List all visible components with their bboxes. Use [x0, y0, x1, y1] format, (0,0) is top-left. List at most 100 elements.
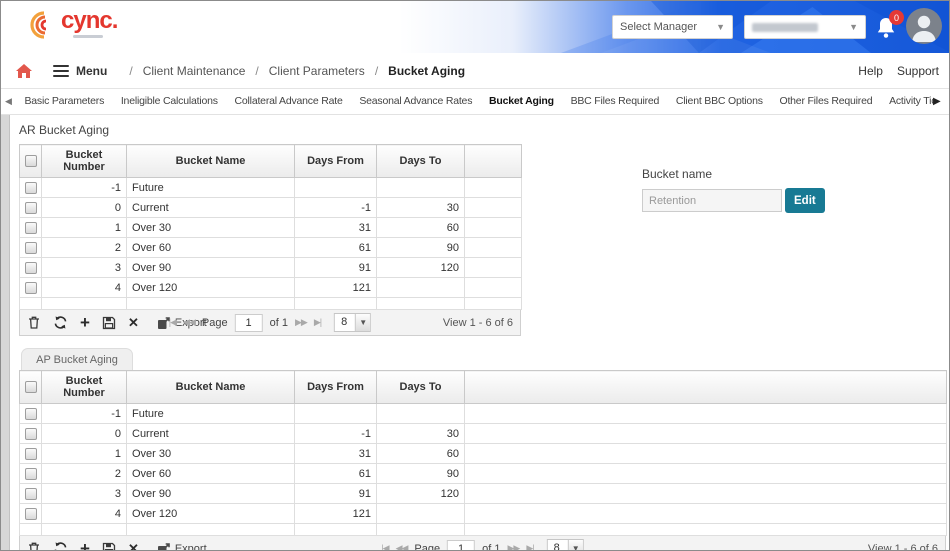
- home-icon[interactable]: [15, 63, 33, 79]
- tab-ineligible-calculations[interactable]: Ineligible Calculations: [121, 89, 218, 114]
- last-page-icon[interactable]: ▶|: [314, 317, 322, 328]
- cell-filler: [464, 217, 522, 238]
- cell-bucket-number: 0: [41, 197, 127, 218]
- col-days-to[interactable]: Days To: [376, 370, 465, 404]
- col-days-from[interactable]: Days From: [294, 144, 377, 178]
- row-checkbox[interactable]: [19, 237, 42, 258]
- table-row[interactable]: 4 Over 120 121: [19, 277, 522, 298]
- notifications-button[interactable]: 0: [875, 10, 905, 46]
- tab-client-bbc-options[interactable]: Client BBC Options: [676, 89, 763, 114]
- first-page-icon[interactable]: |◀: [381, 543, 389, 550]
- table-row[interactable]: 3 Over 90 91 120: [19, 483, 947, 504]
- col-bucket-name[interactable]: Bucket Name: [126, 144, 295, 178]
- table-row[interactable]: 2 Over 60 61 90: [19, 237, 522, 258]
- last-page-icon[interactable]: ▶|: [526, 543, 534, 550]
- select-all-checkbox[interactable]: [19, 144, 42, 178]
- table-row[interactable]: 2 Over 60 61 90: [19, 463, 947, 484]
- select-all-checkbox[interactable]: [19, 370, 42, 404]
- tab-basic-parameters[interactable]: Basic Parameters: [24, 89, 104, 114]
- cell-filler: [464, 423, 947, 444]
- cancel-button[interactable]: ✕: [128, 315, 139, 331]
- row-checkbox[interactable]: [19, 503, 42, 524]
- col-bucket-number[interactable]: Bucket Number: [41, 370, 127, 404]
- save-button[interactable]: [102, 316, 116, 330]
- support-link[interactable]: Support: [897, 64, 939, 78]
- table-row[interactable]: 0 Current -1 30: [19, 197, 522, 218]
- ar-grid-toolbar: + ✕ Export |◀ ◀◀ Page 1 of 1 ▶▶ ▶| 8 ▼ V…: [19, 310, 521, 336]
- table-row[interactable]: -1 Future: [19, 177, 522, 198]
- tabs-scroll-right-icon[interactable]: ▶: [933, 89, 949, 114]
- refresh-icon: [54, 316, 67, 329]
- breadcrumb-client-parameters[interactable]: Client Parameters: [269, 64, 365, 78]
- page-size-select[interactable]: 8 ▼: [334, 313, 372, 332]
- account-select[interactable]: ▼: [744, 15, 866, 39]
- tab-other-files-required[interactable]: Other Files Required: [779, 89, 872, 114]
- page-input[interactable]: [447, 539, 476, 550]
- delete-row-button[interactable]: [27, 541, 41, 550]
- col-bucket-number[interactable]: Bucket Number: [41, 144, 127, 178]
- row-checkbox[interactable]: [19, 463, 42, 484]
- row-checkbox[interactable]: [19, 277, 42, 298]
- checkbox-icon: [25, 407, 37, 420]
- col-bucket-name[interactable]: Bucket Name: [126, 370, 295, 404]
- save-button[interactable]: [102, 542, 116, 550]
- table-row[interactable]: 0 Current -1 30: [19, 423, 947, 444]
- delete-row-button[interactable]: [27, 315, 41, 330]
- row-checkbox[interactable]: [19, 483, 42, 504]
- next-page-icon[interactable]: ▶▶: [295, 317, 308, 328]
- row-checkbox[interactable]: [19, 177, 42, 198]
- empty-row: [19, 523, 947, 536]
- chevron-down-icon: ▼: [567, 540, 583, 550]
- cell-bucket-name: Current: [126, 197, 295, 218]
- prev-page-icon[interactable]: ◀◀: [183, 317, 196, 328]
- page-input[interactable]: [234, 313, 263, 332]
- menu-icon[interactable]: [53, 64, 69, 77]
- row-checkbox[interactable]: [19, 197, 42, 218]
- export-button[interactable]: Export: [157, 542, 207, 550]
- table-row[interactable]: 3 Over 90 91 120: [19, 257, 522, 278]
- cell-days-to: 60: [376, 443, 465, 464]
- row-checkbox[interactable]: [19, 257, 42, 278]
- row-checkbox[interactable]: [19, 217, 42, 238]
- tabs-scroll-left-icon[interactable]: ◀: [5, 96, 12, 106]
- tab-collateral-advance-rate[interactable]: Collateral Advance Rate: [235, 89, 343, 114]
- page-size-value: 8: [553, 542, 560, 551]
- row-checkbox[interactable]: [19, 403, 42, 424]
- cell-bucket-number: 3: [41, 483, 127, 504]
- manager-select[interactable]: Select Manager ▼: [612, 15, 733, 39]
- checkbox-icon: [24, 381, 37, 394]
- checkbox-icon: [25, 181, 37, 194]
- row-checkbox[interactable]: [19, 443, 42, 464]
- cell-days-from: 91: [294, 257, 377, 278]
- next-page-icon[interactable]: ▶▶: [507, 543, 520, 550]
- bucket-name-input[interactable]: [642, 189, 782, 212]
- edit-button[interactable]: Edit: [785, 188, 825, 213]
- page-label: Page: [414, 542, 441, 551]
- table-row[interactable]: 1 Over 30 31 60: [19, 217, 522, 238]
- menu-button[interactable]: Menu: [76, 64, 107, 78]
- first-page-icon[interactable]: |◀: [169, 317, 177, 328]
- tab-bbc-files-required[interactable]: BBC Files Required: [571, 89, 660, 114]
- page-size-select[interactable]: 8 ▼: [546, 539, 584, 551]
- col-days-to[interactable]: Days To: [376, 144, 465, 178]
- breadcrumb-client-maintenance[interactable]: Client Maintenance: [143, 64, 246, 78]
- cell-filler: [464, 197, 522, 218]
- prev-page-icon[interactable]: ◀◀: [396, 543, 409, 550]
- checkbox-icon: [25, 281, 37, 294]
- tab-ap-bucket-aging[interactable]: AP Bucket Aging: [21, 348, 133, 370]
- refresh-button[interactable]: [53, 541, 68, 550]
- help-link[interactable]: Help: [858, 64, 883, 78]
- user-avatar[interactable]: [906, 8, 942, 44]
- add-row-button[interactable]: +: [80, 314, 90, 331]
- col-days-from[interactable]: Days From: [294, 370, 377, 404]
- table-row[interactable]: 4 Over 120 121: [19, 503, 947, 524]
- refresh-button[interactable]: [53, 315, 68, 330]
- table-row[interactable]: -1 Future: [19, 403, 947, 424]
- tab-seasonal-advance-rates[interactable]: Seasonal Advance Rates: [359, 89, 472, 114]
- add-row-button[interactable]: +: [80, 540, 90, 551]
- table-row[interactable]: 1 Over 30 31 60: [19, 443, 947, 464]
- tab-bucket-aging[interactable]: Bucket Aging: [489, 89, 554, 114]
- cancel-button[interactable]: ✕: [128, 541, 139, 551]
- cell-filler: [464, 483, 947, 504]
- row-checkbox[interactable]: [19, 423, 42, 444]
